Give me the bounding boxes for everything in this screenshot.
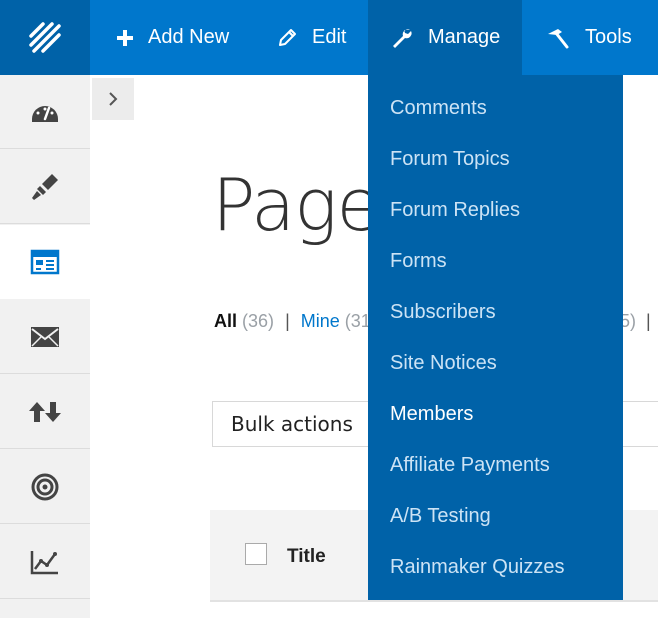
top-toolbar: Add New Edit Manage Tools [0, 0, 658, 75]
tools-label: Tools [585, 26, 632, 48]
sidebar-item-transfer[interactable] [0, 375, 90, 449]
hammer-icon [548, 28, 569, 48]
pencil-icon [279, 28, 296, 46]
sidebar-item-dashboard[interactable] [0, 75, 90, 149]
manage-menu-button[interactable]: Manage [368, 0, 522, 75]
logo-icon [29, 21, 61, 53]
plus-icon [117, 29, 133, 46]
expand-sidebar-button[interactable] [92, 78, 134, 120]
menu-item-forms[interactable]: Forms [390, 250, 447, 273]
menu-item-members[interactable]: Members [390, 403, 473, 426]
rainmaker-logo[interactable] [0, 0, 90, 75]
manage-dropdown-menu: Comments Forum Topics Forum Replies Form… [368, 75, 623, 600]
wrench-icon [393, 28, 412, 48]
menu-item-subscribers[interactable]: Subscribers [390, 301, 496, 324]
filter-mine-count: (31 [344, 311, 371, 331]
bulk-actions-label: Bulk actions [231, 412, 353, 436]
dashboard-icon [32, 105, 58, 122]
target-icon [31, 473, 59, 500]
analytics-icon [30, 550, 58, 574]
filter-all-count: (36) [242, 311, 275, 331]
tools-menu-button[interactable]: Tools [545, 0, 632, 75]
menu-item-comments[interactable]: Comments [390, 97, 487, 120]
menu-item-forum-topics[interactable]: Forum Topics [390, 148, 510, 171]
filter-separator-right: | [646, 311, 651, 331]
filter-separator: | [285, 311, 290, 331]
menu-item-forum-replies[interactable]: Forum Replies [390, 199, 520, 222]
menu-item-ab-testing[interactable]: A/B Testing [390, 505, 491, 528]
paintbrush-icon [32, 173, 58, 200]
sidebar-item-analytics[interactable] [0, 525, 90, 599]
title-column-header[interactable]: Title [287, 546, 326, 568]
mail-icon [31, 326, 59, 347]
left-sidebar [0, 75, 90, 618]
menu-item-rainmaker-quizzes[interactable]: Rainmaker Quizzes [390, 556, 565, 579]
menu-item-affiliate-payments[interactable]: Affiliate Payments [390, 454, 550, 477]
filter-mine[interactable]: Mine [301, 311, 340, 331]
sidebar-item-content[interactable] [0, 225, 90, 299]
sidebar-item-email[interactable] [0, 300, 90, 374]
add-new-label: Add New [148, 26, 230, 48]
filter-all[interactable]: All [214, 311, 237, 331]
manage-label: Manage [428, 26, 501, 48]
sidebar-item-design[interactable] [0, 150, 90, 224]
status-filters: All (36) | Mine (31 [214, 311, 371, 332]
chevron-right-icon [109, 92, 118, 106]
select-all-checkbox[interactable] [245, 543, 267, 565]
edit-button[interactable]: Edit [276, 0, 346, 75]
edit-label: Edit [312, 26, 347, 48]
add-new-button[interactable]: Add New [116, 0, 229, 75]
sidebar-item-goals[interactable] [0, 450, 90, 524]
status-filters-right: 5) | [620, 311, 651, 332]
transfer-arrows-icon [29, 401, 61, 422]
layout-icon [30, 249, 60, 274]
menu-item-site-notices[interactable]: Site Notices [390, 352, 497, 375]
